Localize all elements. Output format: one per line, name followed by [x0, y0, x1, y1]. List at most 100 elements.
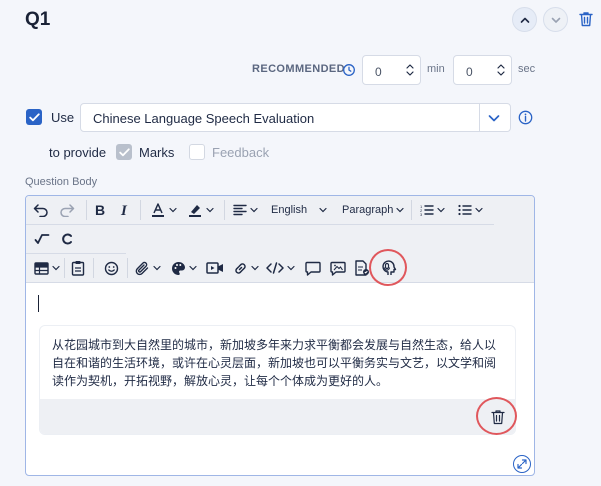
chemistry-button[interactable] — [57, 229, 77, 249]
passage-text: 从花园城市到大自然里的城市，新加坡多年来力求平衡都会发展与自然生态，给人以自在和… — [52, 338, 497, 388]
seconds-unit: sec — [518, 63, 536, 75]
highlight-ring — [476, 397, 517, 435]
spinner-icon[interactable] — [406, 62, 414, 78]
block-format-value: Paragraph — [342, 204, 394, 216]
expand-editor-button[interactable] — [513, 455, 531, 473]
toolbar-separator — [127, 258, 128, 278]
image-comment-icon — [330, 261, 346, 276]
table-icon — [34, 261, 49, 275]
table-button[interactable] — [34, 254, 60, 282]
toolbar-separator — [64, 258, 65, 278]
toolbar-separator — [224, 200, 225, 220]
evaluation-select[interactable]: Chinese Language Speech Evaluation — [80, 103, 511, 132]
font-color-button[interactable] — [150, 196, 177, 224]
svg-text:3: 3 — [420, 212, 423, 216]
recommended-label: RECOMMENDED — [252, 63, 346, 75]
chevron-down-icon — [551, 17, 560, 23]
rich-text-editor[interactable]: B I English Paragraph 1 2 3 从花园城市到大自然里的城… — [25, 195, 535, 476]
expand-icon — [517, 459, 527, 469]
emoji-icon — [104, 261, 118, 275]
document-icon — [355, 260, 369, 276]
move-up-button[interactable] — [512, 7, 537, 32]
bullet-list-icon — [458, 204, 472, 216]
seconds-input[interactable]: 0 — [453, 55, 512, 85]
attachment-button[interactable] — [135, 254, 161, 282]
align-icon — [233, 204, 247, 216]
feedback-label: Feedback — [212, 145, 270, 160]
svg-text:I: I — [120, 203, 128, 217]
chevron-down-icon — [319, 207, 327, 213]
seconds-value: 0 — [466, 65, 473, 79]
text-cursor — [38, 295, 39, 312]
chevron-down-icon — [437, 207, 445, 213]
square-root-button[interactable] — [32, 229, 52, 249]
comment-button[interactable] — [303, 258, 323, 278]
info-icon[interactable] — [518, 110, 533, 125]
chevron-down-icon — [206, 207, 214, 213]
marks-checkbox[interactable] — [116, 144, 132, 160]
feedback-checkbox[interactable] — [189, 144, 205, 160]
highlight-ring — [369, 249, 407, 286]
bold-button[interactable]: B — [90, 200, 110, 220]
chevron-down-icon — [287, 265, 295, 271]
spinner-icon[interactable] — [497, 62, 505, 78]
paste-button[interactable] — [68, 258, 88, 278]
provide-label: to provide — [49, 145, 107, 160]
bold-icon: B — [95, 203, 105, 217]
question-body-label: Question Body — [25, 176, 98, 188]
clock-icon — [343, 64, 355, 76]
language-value: English — [271, 204, 308, 216]
chevron-down-icon — [169, 207, 177, 213]
attachment-icon — [135, 261, 149, 275]
paste-icon — [71, 261, 85, 276]
link-button[interactable] — [233, 254, 259, 282]
palette-button[interactable] — [171, 254, 197, 282]
chemistry-icon — [62, 233, 72, 245]
selected-evaluation: Chinese Language Speech Evaluation — [93, 111, 315, 126]
move-down-button[interactable] — [543, 7, 568, 32]
language-dropdown[interactable]: English — [271, 196, 327, 224]
toolbar-separator — [140, 200, 141, 220]
toolbar-row — [26, 225, 534, 253]
speech-evaluation-block[interactable]: 从花园城市到大自然里的城市，新加坡多年来力求平衡都会发展与自然生态，给人以自在和… — [39, 325, 516, 435]
question-title: Q1 — [25, 9, 51, 30]
video-button[interactable] — [205, 258, 225, 278]
check-icon — [118, 147, 130, 156]
font-color-icon — [152, 203, 164, 217]
highlight-button[interactable] — [187, 196, 214, 224]
numbered-list-button[interactable]: 123 — [420, 196, 445, 224]
editor-toolbar: B I English Paragraph 1 2 3 — [26, 196, 534, 283]
use-checkbox[interactable] — [26, 109, 42, 125]
undo-button[interactable] — [31, 200, 51, 220]
block-format-dropdown[interactable]: Paragraph — [342, 196, 404, 224]
toolbar-separator — [411, 200, 412, 220]
chevron-up-icon — [520, 17, 529, 23]
emoji-button[interactable] — [101, 258, 121, 278]
highlight-icon — [189, 205, 201, 217]
minutes-unit: min — [427, 63, 445, 75]
block-footer — [40, 399, 515, 434]
comment-icon — [305, 261, 321, 276]
trash-icon — [579, 12, 593, 27]
link-icon — [235, 262, 246, 274]
chevron-down-icon[interactable] — [487, 111, 501, 125]
code-icon — [266, 262, 284, 274]
toolbar-separator — [93, 258, 94, 278]
chevron-down-icon — [475, 207, 483, 213]
toolbar-row — [26, 254, 534, 282]
align-button[interactable] — [233, 196, 258, 224]
image-comment-button[interactable] — [328, 258, 348, 278]
redo-button[interactable] — [57, 200, 77, 220]
marks-label: Marks — [139, 145, 175, 160]
select-divider — [479, 104, 480, 131]
toolbar-row: B I English Paragraph 1 2 3 — [26, 196, 534, 224]
bullet-list-button[interactable] — [458, 196, 483, 224]
minutes-input[interactable]: 0 — [362, 55, 421, 85]
code-button[interactable] — [266, 254, 295, 282]
check-icon — [28, 112, 40, 121]
chevron-down-icon — [189, 265, 197, 271]
chevron-down-icon — [52, 265, 60, 271]
video-icon — [206, 262, 223, 274]
italic-button[interactable]: I — [115, 200, 135, 220]
delete-question-button[interactable] — [576, 9, 596, 29]
